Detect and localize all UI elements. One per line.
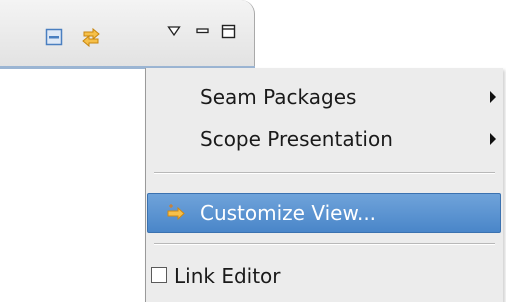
view-menu-button[interactable] [163, 20, 185, 42]
triangle-down-icon [167, 26, 181, 37]
menu-item-label: Customize View... [200, 201, 377, 225]
customize-arrow-icon [167, 204, 185, 221]
menu-item-scope-presentation[interactable]: Scope Presentation [147, 118, 501, 160]
submenu-arrow-icon [490, 133, 496, 145]
menu-item-label: Scope Presentation [200, 127, 393, 151]
screenshot-stage: Seam Packages Scope Presentation Customi… [0, 0, 506, 302]
submenu-arrow-icon [490, 91, 496, 103]
view-menu-popup: Seam Packages Scope Presentation Customi… [145, 68, 503, 302]
maximize-icon [221, 24, 236, 39]
link-editor-checkbox[interactable] [151, 267, 167, 283]
minimize-icon [196, 28, 209, 34]
menu-item-label: Seam Packages [200, 85, 357, 109]
collapse-all-button[interactable] [43, 26, 65, 48]
link-with-editor-button[interactable] [80, 26, 102, 48]
link-with-editor-icon [82, 27, 100, 48]
menu-item-seam-packages[interactable]: Seam Packages [147, 76, 501, 118]
menu-item-label: Link Editor [174, 264, 281, 288]
menu-item-customize-view[interactable]: Customize View... [147, 193, 501, 233]
menu-item-link-editor[interactable]: Link Editor [147, 255, 501, 297]
collapse-all-icon [45, 28, 63, 46]
menu-separator [154, 243, 495, 245]
menu-separator [154, 172, 495, 174]
maximize-button[interactable] [218, 21, 240, 43]
minimize-button[interactable] [192, 20, 214, 42]
view-toolbar [0, 0, 255, 68]
